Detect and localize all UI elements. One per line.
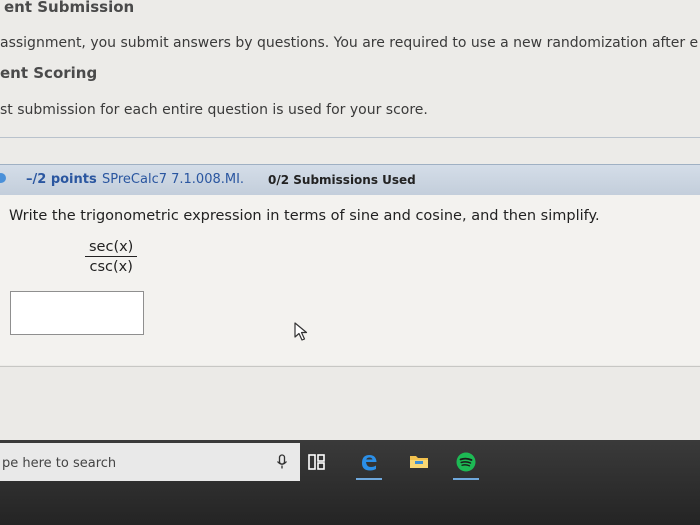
task-view-button[interactable] (300, 444, 334, 480)
edge-icon (362, 455, 377, 471)
file-explorer-icon (410, 456, 428, 468)
windows-taskbar: pe here to search (0, 440, 700, 525)
mouse-pointer-icon (294, 322, 308, 341)
question-status-icon (0, 173, 6, 183)
answer-input[interactable] (10, 291, 144, 335)
section-divider (0, 137, 700, 138)
spotify-active-indicator (453, 478, 479, 480)
spotify-button[interactable] (449, 444, 483, 480)
browser-page: ent Submission assignment, you submit an… (0, 0, 700, 440)
assignment-info-text: assignment, you submit answers by questi… (0, 35, 699, 51)
question-body: Write the trigonometric expression in te… (0, 195, 700, 365)
question-code-link[interactable]: SPreCalc7 7.1.008.MI. (102, 172, 244, 187)
scoring-heading: ent Scoring (0, 64, 98, 82)
file-explorer-button[interactable] (402, 444, 436, 480)
microphone-icon[interactable] (276, 454, 288, 470)
submissions-used: 0/2 Submissions Used (268, 173, 416, 187)
question-points: –/2 points (26, 172, 97, 187)
scoring-info-text: st submission for each entire question i… (0, 102, 428, 118)
edge-taskbar-button[interactable] (352, 444, 386, 480)
search-placeholder: pe here to search (2, 456, 117, 471)
question-prompt: Write the trigonometric expression in te… (9, 208, 600, 224)
page-lower-area (0, 366, 700, 440)
fraction-denominator: csc(x) (89, 259, 133, 275)
submission-heading: ent Submission (4, 0, 135, 16)
taskbar-search-box[interactable]: pe here to search (0, 443, 300, 481)
fraction-numerator: sec(x) (85, 239, 138, 257)
task-view-icon (308, 454, 325, 470)
edge-active-indicator (356, 478, 382, 480)
spotify-icon (456, 452, 476, 472)
expression-fraction: sec(x) csc(x) (85, 239, 138, 275)
question-header-bar: –/2 points SPreCalc7 7.1.008.MI. 0/2 Sub… (0, 164, 700, 196)
